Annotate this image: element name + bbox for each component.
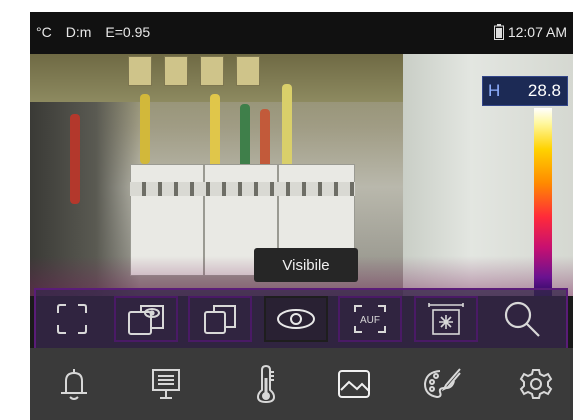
tooltip: Visibile — [254, 248, 358, 282]
wire — [70, 114, 80, 204]
picture-in-picture-icon — [126, 302, 166, 336]
overlay-icon — [202, 302, 238, 336]
distance-label: D:m — [65, 24, 92, 40]
fullscreen-button[interactable] — [40, 296, 104, 342]
palette-button[interactable] — [418, 362, 466, 406]
busbar — [200, 56, 224, 86]
high-temp-readout: H 28.8 — [482, 76, 568, 106]
frame-top — [0, 0, 573, 12]
color-palette-bar — [534, 108, 552, 296]
image-icon — [336, 368, 372, 400]
status-bar: °C D:m E=0.95 12:07 AM — [30, 12, 573, 54]
frame-left — [0, 0, 30, 420]
zoom-button[interactable] — [490, 296, 554, 342]
readout-label: H — [488, 81, 501, 100]
wire — [210, 94, 220, 174]
auto-focus-button[interactable]: AUF — [338, 296, 402, 342]
busbar — [236, 56, 260, 86]
display-button[interactable] — [142, 362, 190, 406]
auto-focus-label: AUF — [360, 315, 380, 326]
unit-label: °C — [36, 24, 52, 40]
clock: 12:07 AM — [507, 24, 567, 40]
picture-in-picture-button[interactable] — [114, 296, 178, 342]
gear-icon — [519, 367, 553, 401]
alarm-button[interactable] — [50, 362, 98, 406]
terminal-clamps — [130, 182, 355, 196]
overlay-button[interactable] — [188, 296, 252, 342]
wire — [140, 94, 150, 164]
emissivity-label: E=0.95 — [105, 24, 151, 40]
center-point-icon — [427, 301, 465, 337]
zoom-icon — [502, 299, 542, 339]
auto-focus-icon: AUF — [352, 302, 388, 336]
busbar — [164, 56, 188, 86]
thermometer-icon — [253, 364, 279, 404]
readout-value: 28.8 — [527, 81, 561, 100]
battery-icon — [493, 24, 504, 40]
bell-icon — [58, 366, 90, 402]
toolbar: AUF — [34, 288, 568, 350]
device-screen: °C D:m E=0.95 12:07 AM H 28.8 Visibile A… — [30, 12, 573, 420]
busbar — [128, 56, 152, 86]
temperature-button[interactable] — [242, 362, 290, 406]
visible-camera-icon — [275, 306, 317, 332]
scene-busbar-band — [30, 54, 430, 102]
visible-camera-button[interactable] — [264, 296, 328, 342]
settings-button[interactable] — [512, 362, 560, 406]
fullscreen-icon — [55, 302, 89, 336]
center-point-button[interactable] — [414, 296, 478, 342]
image-button[interactable] — [330, 362, 378, 406]
wire — [282, 84, 292, 174]
palette-icon — [422, 367, 462, 401]
display-icon — [150, 366, 182, 402]
bottom-navigation — [30, 348, 573, 420]
wire — [260, 109, 270, 169]
